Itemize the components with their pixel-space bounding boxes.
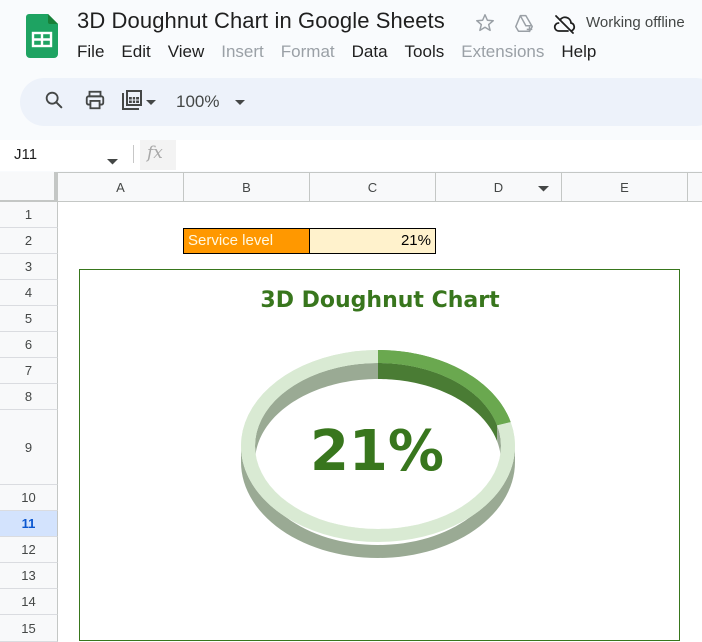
- menu-view[interactable]: View: [168, 42, 205, 62]
- chevron-down-icon: [235, 93, 246, 111]
- row-label: 14: [21, 594, 36, 609]
- row-header-7[interactable]: 7: [0, 358, 58, 384]
- column-label: C: [367, 180, 378, 195]
- print-button[interactable]: [84, 90, 106, 114]
- cloud-off-icon[interactable]: [553, 13, 576, 35]
- row-header-13[interactable]: 13: [0, 563, 58, 589]
- column-label: D: [493, 180, 504, 195]
- menu-bar: File Edit View Insert Format Data Tools …: [77, 42, 613, 62]
- row-label: 1: [24, 207, 33, 222]
- menu-data[interactable]: Data: [352, 42, 388, 62]
- document-title[interactable]: 3D Doughnut Chart in Google Sheets: [77, 8, 445, 34]
- cell-b2-service-level-label[interactable]: Service level: [183, 228, 310, 254]
- move-to-drive-icon[interactable]: [513, 12, 535, 34]
- menu-help[interactable]: Help: [561, 42, 596, 62]
- row-header-15[interactable]: 15: [0, 615, 58, 642]
- row-label: 3: [24, 259, 33, 274]
- row-label: 9: [24, 439, 33, 455]
- column-header-b[interactable]: B: [184, 173, 310, 202]
- calculator-icon: [120, 88, 144, 117]
- row-label: 6: [24, 337, 33, 352]
- menu-format[interactable]: Format: [281, 42, 335, 62]
- zoom-select[interactable]: 100%: [176, 90, 246, 114]
- row-header-3[interactable]: 3: [0, 254, 58, 280]
- select-all-corner[interactable]: [0, 172, 58, 204]
- column-header-a[interactable]: A: [58, 173, 184, 202]
- row-header-5[interactable]: 5: [0, 306, 58, 332]
- search-icon: [43, 89, 65, 116]
- column-header-c[interactable]: C: [310, 173, 436, 202]
- chevron-down-icon: [146, 93, 156, 111]
- menu-edit[interactable]: Edit: [121, 42, 150, 62]
- row-header-14[interactable]: 14: [0, 589, 58, 615]
- doughnut-chart[interactable]: 3D Doughnut Chart 21%: [79, 269, 680, 641]
- name-box[interactable]: J11: [14, 146, 37, 163]
- print-icon: [84, 89, 106, 116]
- sheets-logo[interactable]: [26, 14, 58, 58]
- row-header-9[interactable]: 9: [0, 410, 58, 485]
- row-label: 8: [24, 389, 33, 404]
- row-label: 12: [21, 542, 36, 557]
- row-header-11[interactable]: 11: [0, 511, 58, 537]
- search-menus-button[interactable]: [43, 90, 65, 114]
- chart-title: 3D Doughnut Chart: [260, 288, 500, 313]
- menu-extensions[interactable]: Extensions: [461, 42, 544, 62]
- column-label: E: [620, 180, 629, 195]
- row-header-2[interactable]: 2: [0, 228, 58, 254]
- formula-bar-divider: [133, 145, 134, 163]
- row-header-6[interactable]: 6: [0, 332, 58, 358]
- column-menu-dropdown-icon[interactable]: [538, 173, 549, 202]
- name-box-dropdown-icon[interactable]: [107, 152, 118, 170]
- menu-tools[interactable]: Tools: [405, 42, 445, 62]
- column-label: B: [242, 180, 251, 195]
- row-header-8[interactable]: 8: [0, 384, 58, 410]
- row-label: 5: [24, 311, 33, 326]
- row-label: 15: [21, 620, 36, 636]
- column-label: A: [116, 180, 125, 195]
- functions-button[interactable]: [120, 88, 156, 117]
- row-label: 10: [21, 490, 36, 505]
- zoom-value: 100%: [176, 92, 220, 111]
- menu-file[interactable]: File: [77, 42, 104, 62]
- row-header-10[interactable]: 10: [0, 485, 58, 511]
- cell-c2-service-level-value[interactable]: 21%: [309, 228, 436, 254]
- column-header-f[interactable]: [688, 173, 702, 202]
- row-label: 11: [21, 516, 36, 531]
- row-label: 4: [24, 285, 33, 300]
- offline-status[interactable]: Working offline: [586, 14, 685, 31]
- row-label: 7: [24, 363, 33, 378]
- row-label: 2: [24, 233, 33, 248]
- formula-input[interactable]: [178, 140, 702, 170]
- row-label: 13: [21, 568, 36, 583]
- row-header-1[interactable]: 1: [0, 202, 58, 228]
- column-header-d[interactable]: D: [436, 173, 562, 202]
- column-header-e[interactable]: E: [562, 173, 688, 202]
- menu-insert[interactable]: Insert: [221, 42, 264, 62]
- fx-icon: fx: [147, 143, 163, 163]
- toolbar: 100%: [20, 78, 702, 126]
- chart-canvas: 3D Doughnut Chart 21%: [241, 288, 515, 558]
- chart-center-label: 21%: [310, 419, 444, 484]
- star-icon[interactable]: [474, 12, 496, 34]
- row-header-12[interactable]: 12: [0, 537, 58, 563]
- row-header-4[interactable]: 4: [0, 280, 58, 306]
